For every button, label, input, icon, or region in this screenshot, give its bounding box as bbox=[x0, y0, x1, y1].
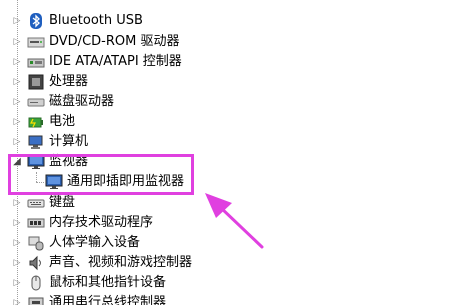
expand-arrow-icon[interactable]: ▷ bbox=[12, 277, 22, 289]
tree-item-usb-controllers[interactable]: ▷ 通用串行总线控制器 bbox=[0, 293, 300, 305]
expand-arrow-icon[interactable]: ▷ bbox=[12, 136, 22, 148]
tree-item-label: IDE ATA/ATAPI 控制器 bbox=[49, 54, 182, 69]
tree-item-label: 鼠标和其他指针设备 bbox=[49, 275, 167, 290]
tree-item-label: 键盘 bbox=[49, 195, 76, 210]
tree-item-label: 内存技术驱动程序 bbox=[49, 215, 154, 230]
keyboard-icon bbox=[27, 194, 45, 212]
tree-item-label: 磁盘驱动器 bbox=[49, 94, 115, 109]
bluetooth-icon bbox=[27, 12, 45, 30]
expand-arrow-icon[interactable]: ▷ bbox=[12, 56, 22, 68]
annotation-highlight-box bbox=[8, 154, 194, 195]
tree-item-sound-video-game-controllers[interactable]: ▷ 声音、视频和游戏控制器 bbox=[0, 253, 300, 273]
processor-icon bbox=[27, 73, 45, 91]
tree-item-dvd-cd-rom[interactable]: ▷ DVD/CD-ROM 驱动器 bbox=[0, 32, 300, 52]
tree-item-label: Bluetooth USB bbox=[49, 13, 143, 28]
tree-item-label: DVD/CD-ROM 驱动器 bbox=[49, 34, 180, 49]
expand-arrow-icon[interactable]: ▷ bbox=[12, 217, 22, 229]
battery-icon bbox=[27, 113, 45, 131]
tree-item-label: 电池 bbox=[49, 114, 76, 129]
tree-item-human-interface-devices[interactable]: ▷ 人体学输入设备 bbox=[0, 233, 300, 253]
expand-arrow-icon[interactable]: ▷ bbox=[12, 76, 22, 88]
dvd-drive-icon bbox=[27, 33, 45, 51]
tree-item-label: 人体学输入设备 bbox=[49, 235, 141, 250]
tree-item-computer[interactable]: ▷ 计算机 bbox=[0, 132, 300, 152]
tree-item-bluetooth-usb[interactable]: ▷ Bluetooth USB bbox=[0, 11, 300, 31]
disk-drive-icon bbox=[27, 93, 45, 111]
expand-arrow-icon[interactable]: ▷ bbox=[12, 15, 22, 27]
expand-arrow-icon[interactable]: ▷ bbox=[12, 237, 22, 249]
ide-controller-icon bbox=[27, 53, 45, 71]
usb-icon bbox=[27, 294, 45, 305]
device-manager-tree: ▷ Bluetooth USB ▷ DVD/CD-ROM 驱动器 ▷ IDE A… bbox=[0, 0, 471, 305]
mouse-icon bbox=[27, 274, 45, 292]
tree-item-mouse-pointing-devices[interactable]: ▷ 鼠标和其他指针设备 bbox=[0, 273, 300, 293]
expand-arrow-icon[interactable]: ▷ bbox=[12, 197, 22, 209]
tree-item-ide-controller[interactable]: ▷ IDE ATA/ATAPI 控制器 bbox=[0, 52, 300, 72]
memory-icon bbox=[27, 214, 45, 232]
expand-arrow-icon[interactable]: ▷ bbox=[12, 116, 22, 128]
tree-item-label: 计算机 bbox=[49, 134, 89, 149]
tree-item-label: 处理器 bbox=[49, 74, 89, 89]
tree-item-disk-drive[interactable]: ▷ 磁盘驱动器 bbox=[0, 92, 300, 112]
hid-icon bbox=[27, 234, 45, 252]
tree-item-memory-tech-driver[interactable]: ▷ 内存技术驱动程序 bbox=[0, 213, 300, 233]
tree-item-label: 声音、视频和游戏控制器 bbox=[49, 255, 193, 270]
expand-arrow-icon[interactable]: ▷ bbox=[12, 36, 22, 48]
tree-item-label: 通用串行总线控制器 bbox=[49, 295, 167, 305]
expand-arrow-icon[interactable]: ▷ bbox=[12, 96, 22, 108]
expand-arrow-icon[interactable]: ▷ bbox=[12, 257, 22, 269]
expand-arrow-icon[interactable]: ▷ bbox=[12, 297, 22, 305]
tree-item-battery[interactable]: ▷ 电池 bbox=[0, 112, 300, 132]
computer-icon bbox=[27, 133, 45, 151]
sound-icon bbox=[27, 254, 45, 272]
tree-item-processor[interactable]: ▷ 处理器 bbox=[0, 72, 300, 92]
tree-item-keyboard[interactable]: ▷ 键盘 bbox=[0, 193, 300, 213]
